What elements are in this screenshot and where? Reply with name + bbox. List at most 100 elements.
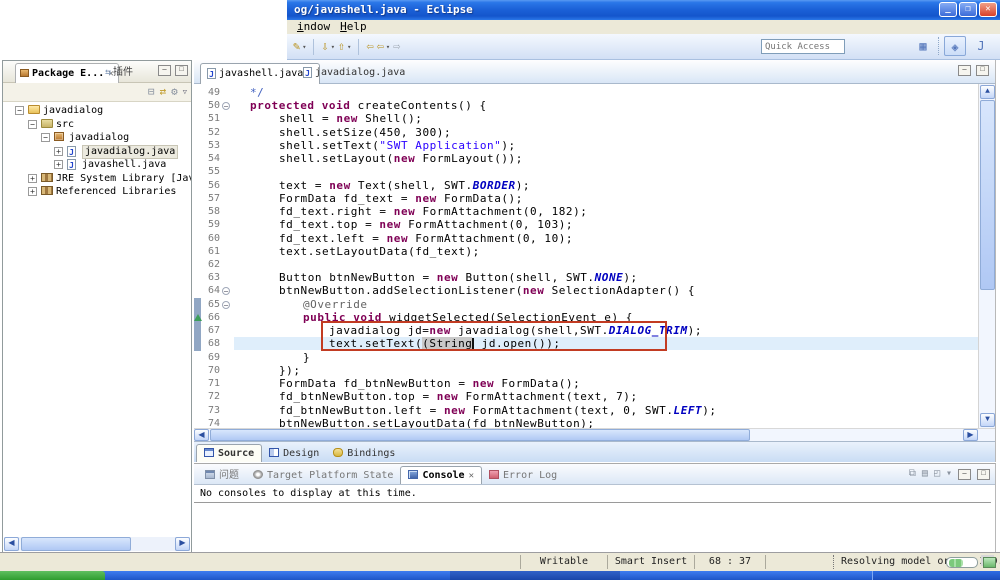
dropdown-caret-icon[interactable]: ▾: [302, 43, 306, 51]
code-line[interactable]: 72fd_btnNewButton.top = new FormAttachme…: [194, 390, 978, 404]
code-line[interactable]: 73fd_btnNewButton.left = new FormAttachm…: [194, 404, 978, 418]
close-window-icon[interactable]: ✕: [979, 2, 997, 17]
menu-item-indow[interactable]: indow: [297, 20, 330, 34]
tree-expander-icon[interactable]: −: [28, 120, 37, 129]
tab-target[interactable]: Target Platform State: [246, 467, 400, 485]
editor-vscrollbar[interactable]: ▲ ▼: [978, 84, 995, 428]
start-button[interactable]: [0, 571, 105, 580]
link-with-editor-icon[interactable]: ⇄: [160, 84, 167, 100]
active-perspective-icon[interactable]: ◈: [944, 36, 966, 56]
open-perspective-icon[interactable]: ▦: [912, 36, 934, 56]
background-jobs-icon[interactable]: [983, 557, 996, 568]
java-perspective-icon[interactable]: J: [970, 36, 992, 56]
tree-expander-icon[interactable]: +: [28, 174, 37, 183]
code-line[interactable]: 61text.setLayoutData(fd_text);: [194, 245, 978, 259]
code-line[interactable]: 60fd_text.left = new FormAttachment(0, 1…: [194, 232, 978, 246]
new-wizard-icon[interactable]: ✎: [293, 38, 300, 55]
tab-design[interactable]: Design: [262, 445, 326, 463]
tree-item[interactable]: +javadialog.java: [3, 145, 191, 158]
last-edit-location-icon[interactable]: ⇦: [366, 38, 373, 55]
tree-item[interactable]: −javadialog: [3, 131, 191, 144]
quick-access-input[interactable]: [761, 39, 845, 54]
tab-source[interactable]: Source: [196, 444, 262, 462]
code-line[interactable]: 69}: [194, 351, 978, 365]
code-line[interactable]: 54shell.setLayout(new FormLayout());: [194, 152, 978, 166]
maximize-view-icon[interactable]: □: [175, 65, 188, 76]
code-line[interactable]: 63Button btnNewButton = new Button(shell…: [194, 271, 978, 285]
tree-item[interactable]: −javadialog: [3, 104, 191, 117]
code-line[interactable]: 58fd_text.right = new FormAttachment(0, …: [194, 205, 978, 219]
scrollbar-thumb[interactable]: [210, 429, 750, 441]
tab-errorlog[interactable]: Error Log: [482, 467, 564, 485]
package-explorer-tree[interactable]: −javadialog−src−javadialog+javadialog.ja…: [3, 102, 191, 536]
code-line[interactable]: 71FormData fd_btnNewButton = new FormDat…: [194, 377, 978, 391]
dropdown-caret-icon[interactable]: ▾: [347, 43, 351, 51]
scrollbar-thumb[interactable]: [21, 537, 131, 551]
minimize-view-icon[interactable]: —: [958, 65, 971, 76]
dropdown-caret-icon[interactable]: ▾: [386, 43, 390, 51]
code-line[interactable]: 50−protected void createContents() {: [194, 99, 978, 113]
display-console-icon[interactable]: ▤: [922, 467, 928, 481]
windows-taskbar[interactable]: [0, 571, 1000, 580]
minimize-view-icon[interactable]: —: [158, 65, 171, 76]
code-line[interactable]: 55: [194, 165, 978, 179]
scroll-right-icon[interactable]: ▶: [963, 429, 978, 441]
fold-collapse-icon[interactable]: −: [222, 301, 230, 309]
code-line[interactable]: 59fd_text.top = new FormAttachment(0, 10…: [194, 218, 978, 232]
code-line[interactable]: 65−@Override: [194, 298, 978, 312]
code-line[interactable]: 52shell.setSize(450, 300);: [194, 126, 978, 140]
tab-javadialog.java[interactable]: javadialog.java: [297, 63, 411, 84]
code-line[interactable]: 62: [194, 258, 978, 272]
console-dropdown-icon[interactable]: ▾: [946, 467, 952, 481]
window-titlebar[interactable]: og/javashell.java - Eclipse _ ❐ ✕: [287, 0, 1000, 20]
view-settings-icon[interactable]: ⚙: [171, 84, 178, 100]
collapse-all-icon[interactable]: ⊟: [148, 84, 155, 100]
maximize-view-icon[interactable]: □: [977, 469, 990, 480]
tab-bindings[interactable]: Bindings: [326, 445, 402, 463]
tree-item[interactable]: +javashell.java: [3, 158, 191, 171]
open-console-icon[interactable]: ⧉: [909, 467, 916, 481]
scroll-down-icon[interactable]: ▼: [980, 413, 995, 427]
scroll-left-icon[interactable]: ◀: [4, 537, 19, 551]
editor-hscrollbar[interactable]: ◀ ▶: [194, 428, 995, 441]
scrollbar-thumb[interactable]: [980, 100, 995, 290]
tree-expander-icon[interactable]: +: [54, 147, 63, 156]
tab-console[interactable]: Console✕: [400, 466, 482, 484]
code-line[interactable]: 70});: [194, 364, 978, 378]
restore-window-icon[interactable]: ❐: [959, 2, 977, 17]
fold-collapse-icon[interactable]: −: [222, 102, 230, 110]
tree-expander-icon[interactable]: +: [28, 187, 37, 196]
scroll-right-icon[interactable]: ▶: [175, 537, 190, 551]
tree-item[interactable]: +Referenced Libraries: [3, 185, 191, 198]
tree-item[interactable]: +JRE System Library [JavaSE-1.: [3, 172, 191, 185]
forward-icon[interactable]: ⇨: [393, 38, 400, 55]
taskbar-window-button[interactable]: [450, 571, 620, 580]
code-line[interactable]: 51shell = new Shell();: [194, 112, 978, 126]
tab-plugins[interactable]: ⇆插件: [101, 63, 137, 83]
code-line[interactable]: 74btnNewButton.setLayoutData(fd_btnNewBu…: [194, 417, 978, 428]
minimize-view-icon[interactable]: —: [958, 469, 971, 480]
dropdown-caret-icon[interactable]: ▾: [331, 43, 335, 51]
scroll-up-icon[interactable]: ▲: [980, 85, 995, 99]
tree-expander-icon[interactable]: −: [15, 106, 24, 115]
minimize-window-icon[interactable]: _: [939, 2, 957, 17]
code-line[interactable]: 64−btnNewButton.addSelectionListener(new…: [194, 284, 978, 298]
menu-item-help[interactable]: Help: [340, 20, 367, 34]
tree-item[interactable]: −src: [3, 118, 191, 131]
tree-expander-icon[interactable]: +: [54, 160, 63, 169]
back-icon[interactable]: ⇦: [377, 38, 384, 55]
close-tab-icon[interactable]: ✕: [469, 471, 474, 481]
debug-icon[interactable]: ⇧: [338, 38, 345, 55]
code-line[interactable]: 57FormData fd_text = new FormData();: [194, 192, 978, 206]
code-line[interactable]: 56text = new Text(shell, SWT.BORDER);: [194, 179, 978, 193]
code-line[interactable]: 53shell.setText("SWT Application");: [194, 139, 978, 153]
new-console-icon[interactable]: ◰: [934, 467, 940, 481]
fold-collapse-icon[interactable]: −: [222, 287, 230, 295]
run-icon[interactable]: ⇩: [321, 38, 328, 55]
scroll-left-icon[interactable]: ◀: [194, 429, 209, 441]
tab-problems[interactable]: 问题: [198, 467, 246, 485]
view-menu-icon[interactable]: ▽: [183, 88, 187, 96]
code-line[interactable]: 49*/: [194, 86, 978, 100]
tree-expander-icon[interactable]: −: [41, 133, 50, 142]
package-explorer-hscrollbar[interactable]: ◀ ▶: [4, 537, 190, 551]
